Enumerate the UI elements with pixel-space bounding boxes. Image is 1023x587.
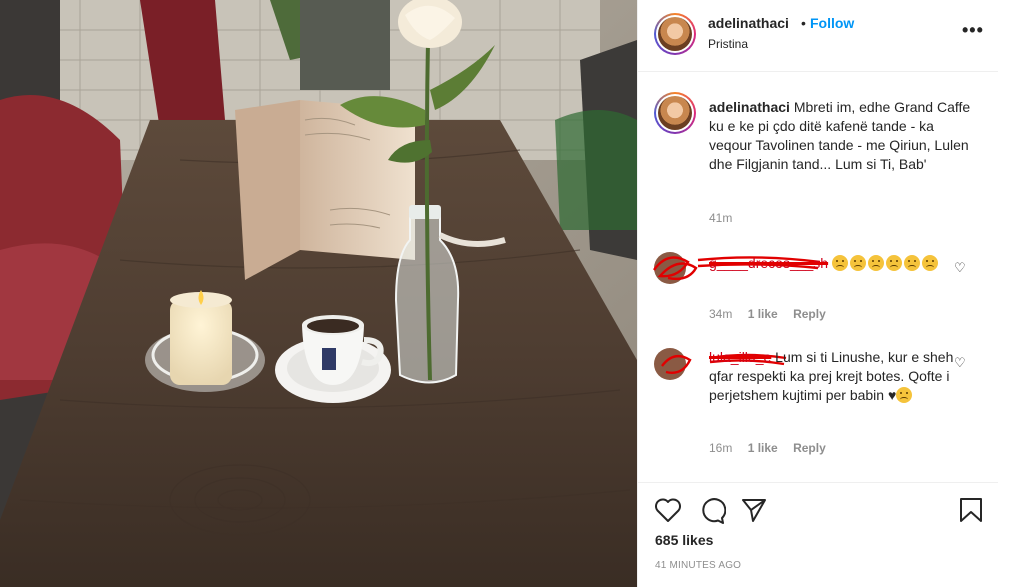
comment-like-heart-icon[interactable]: ♡ — [954, 355, 966, 371]
follow-button[interactable]: Follow — [810, 15, 854, 31]
comment-icon[interactable] — [698, 497, 726, 525]
author-username[interactable]: adelinathaci — [708, 15, 789, 31]
caption-avatar[interactable] — [654, 92, 696, 134]
post-image — [0, 0, 637, 587]
post-timestamp[interactable]: 41 MINUTES AGO — [655, 560, 741, 571]
heart-icon[interactable] — [654, 497, 682, 523]
post-sidebar: adelinathaci • Follow Pristina ••• adeli… — [637, 0, 1023, 587]
comment-meta: 16m 1 like Reply — [709, 441, 838, 455]
caption-username[interactable]: adelinathaci — [709, 99, 790, 115]
reply-button[interactable]: Reply — [793, 307, 826, 321]
comment-likes[interactable]: 1 like — [748, 441, 778, 455]
comment-time[interactable]: 16m — [709, 441, 732, 455]
sad-emoji-icon — [904, 255, 920, 271]
post-photo[interactable] — [0, 0, 637, 587]
comment-likes[interactable]: 1 like — [748, 307, 778, 321]
comment-meta: 34m 1 like Reply — [709, 307, 838, 321]
comment-username[interactable]: lula_illu_e — [709, 349, 771, 365]
share-icon[interactable] — [740, 496, 768, 524]
author-avatar[interactable] — [654, 13, 696, 55]
post-header: adelinathaci • Follow Pristina ••• — [638, 0, 998, 72]
sad-emoji-icon — [896, 387, 913, 403]
save-icon[interactable] — [958, 496, 984, 524]
likes-count[interactable]: 685 likes — [655, 532, 713, 548]
comment-text: g____drecos___sh — [709, 254, 979, 273]
sad-emoji-icon — [868, 255, 884, 271]
post-location[interactable]: Pristina — [708, 37, 748, 51]
sad-emoji-icon — [832, 255, 848, 271]
comment-like-heart-icon[interactable]: ♡ — [954, 260, 966, 276]
caption-text: adelinathaci Mbreti im, edhe Grand Caffe… — [709, 98, 979, 174]
sad-emoji-icon — [886, 255, 902, 271]
comment-text: lula_illu_e Lum si ti Linushe, kur e she… — [709, 348, 979, 405]
comment-time[interactable]: 34m — [709, 307, 732, 321]
comment-username[interactable]: g____drecos___sh — [709, 255, 828, 271]
caption-timestamp[interactable]: 41m — [709, 211, 732, 225]
sad-emoji-icon — [850, 255, 866, 271]
separator-dot: • — [801, 15, 806, 31]
post-actions: 685 likes 41 MINUTES AGO — [638, 482, 998, 587]
more-icon[interactable]: ••• — [962, 20, 984, 41]
reply-button[interactable]: Reply — [793, 441, 826, 455]
sad-emoji-icon — [922, 255, 938, 271]
black-heart-icon: ♥ — [887, 387, 897, 403]
